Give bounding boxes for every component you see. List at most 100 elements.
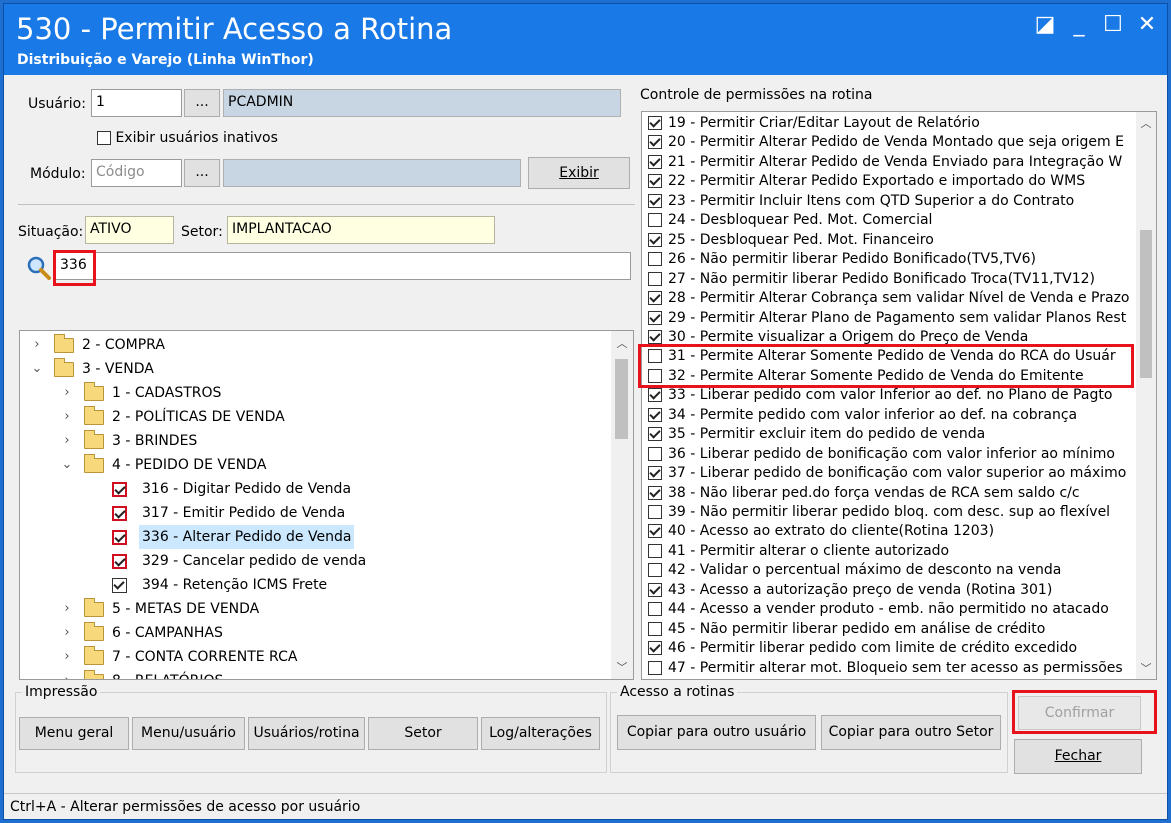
folder-icon xyxy=(84,670,104,679)
checkbox-unchecked-icon[interactable] xyxy=(648,349,662,364)
checkbox-checked-icon[interactable] xyxy=(648,116,662,130)
tree-node-label: 4 - PEDIDO DE VENDA xyxy=(112,457,267,473)
folder-icon xyxy=(84,598,104,617)
fechar-button[interactable]: Fechar xyxy=(1014,739,1142,774)
restore-icon[interactable]: ◪ xyxy=(1032,14,1058,36)
checkbox-checked-icon[interactable] xyxy=(648,232,662,247)
checkbox-unchecked-icon[interactable] xyxy=(648,543,662,558)
copiar-setor-button[interactable]: Copiar para outro Setor xyxy=(821,715,1001,750)
checkbox-unchecked-icon[interactable] xyxy=(648,602,662,617)
modulo-browse-button[interactable]: ... xyxy=(184,159,220,187)
checkbox-unchecked-icon[interactable] xyxy=(648,621,662,636)
setor-field: IMPLANTACAO xyxy=(227,216,495,244)
tree-node-label: 5 - METAS DE VENDA xyxy=(112,601,260,617)
maximize-button[interactable]: ☐ xyxy=(1100,14,1126,36)
modulo-name-field xyxy=(223,159,521,187)
permission-label: 35 - Permitir excluir item do pedido de … xyxy=(668,426,986,443)
checkbox-checked-icon[interactable] xyxy=(648,193,662,208)
chevron-right-icon[interactable]: › xyxy=(60,597,74,621)
permissions-scrollbar[interactable]: ︿ ﹀ xyxy=(1136,112,1156,679)
window-title: 530 - Permitir Acesso a Rotina xyxy=(16,12,453,46)
scroll-thumb[interactable] xyxy=(1140,230,1152,378)
minimize-button[interactable]: _ xyxy=(1066,14,1092,36)
tree-node-label: 3 - VENDA xyxy=(82,361,154,377)
checkbox-checked-icon[interactable] xyxy=(648,466,662,481)
scroll-down-icon[interactable]: ﹀ xyxy=(1136,660,1156,676)
checkbox-unchecked-icon[interactable] xyxy=(648,563,662,578)
checkbox-checked-icon[interactable] xyxy=(648,388,662,403)
chevron-right-icon[interactable]: › xyxy=(30,333,44,357)
chevron-right-icon[interactable]: › xyxy=(60,621,74,645)
confirmar-button[interactable]: Confirmar xyxy=(1018,696,1141,730)
tree-scrollbar[interactable]: ︿ ﹀ xyxy=(611,331,633,679)
checkbox-unchecked-icon[interactable] xyxy=(648,271,662,286)
folder-icon xyxy=(84,406,104,425)
situacao-field: ATIVO xyxy=(85,216,174,244)
search-input[interactable]: 336 xyxy=(55,252,631,280)
checkbox-checked-icon[interactable] xyxy=(648,310,662,325)
checkbox-checked-icon[interactable] xyxy=(112,506,127,521)
scroll-up-icon[interactable]: ︿ xyxy=(611,335,633,351)
tree-leaf-label: 394 - Retenção ICMS Frete xyxy=(142,577,328,593)
show-inactive-checkbox[interactable]: Exibir usuários inativos xyxy=(97,130,278,146)
permission-label: 24 - Desbloquear Ped. Mot. Comercial xyxy=(668,212,933,229)
checkbox-checked-icon[interactable] xyxy=(648,174,662,189)
permission-label: 32 - Permite Alterar Somente Pedido de V… xyxy=(668,367,1084,384)
checkbox-checked-icon[interactable] xyxy=(648,485,662,500)
setor-button[interactable]: Setor xyxy=(368,717,478,750)
copiar-usuario-button[interactable]: Copiar para outro usuário xyxy=(617,715,816,750)
permission-label: 20 - Permitir Alterar Pedido de Venda Mo… xyxy=(668,134,1124,151)
show-inactive-box[interactable] xyxy=(97,131,111,145)
checkbox-checked-icon[interactable] xyxy=(648,407,662,422)
scroll-down-icon[interactable]: ﹀ xyxy=(611,659,633,675)
exibir-button[interactable]: Exibir xyxy=(528,157,630,189)
setor-label: Setor: xyxy=(181,224,223,240)
magnifier-icon xyxy=(26,255,52,281)
checkbox-unchecked-icon[interactable] xyxy=(648,505,662,519)
chevron-right-icon[interactable]: › xyxy=(60,381,74,405)
routine-tree[interactable]: › 2 - COMPRA ⌄ 3 - VENDA › 1 - CADASTROS… xyxy=(19,330,634,680)
chevron-right-icon[interactable]: › xyxy=(60,645,74,669)
tree-node-label: 2 - COMPRA xyxy=(82,337,165,353)
permissions-list[interactable]: 47 - Permitir alterar mot. Bloqueio sem … xyxy=(641,111,1157,680)
checkbox-checked-icon[interactable] xyxy=(648,427,662,442)
checkbox-checked-icon[interactable] xyxy=(648,329,662,344)
log-alteracoes-button[interactable]: Log/alterações xyxy=(481,717,600,750)
modulo-code-field[interactable]: Código xyxy=(91,159,182,187)
chevron-right-icon[interactable]: › xyxy=(60,405,74,429)
scroll-up-icon[interactable]: ︿ xyxy=(1136,115,1156,131)
permission-label: 47 - Permitir alterar mot. Bloqueio sem … xyxy=(668,659,1123,676)
checkbox-checked-icon[interactable] xyxy=(112,578,127,593)
checkbox-checked-icon[interactable] xyxy=(648,291,662,306)
checkbox-checked-icon[interactable] xyxy=(648,135,662,150)
close-button[interactable]: ✕ xyxy=(1134,14,1160,36)
chevron-right-icon[interactable]: › xyxy=(60,429,74,453)
menu-usuario-button[interactable]: Menu/usuário xyxy=(132,717,245,750)
permissions-title: Controle de permissões na rotina xyxy=(640,87,873,103)
tree-node-label: 1 - CADASTROS xyxy=(112,385,222,401)
usuario-code-field[interactable]: 1 xyxy=(91,89,182,117)
usuario-browse-button[interactable]: ... xyxy=(184,89,220,117)
modulo-label: Módulo: xyxy=(30,166,86,182)
checkbox-checked-icon[interactable] xyxy=(648,582,662,597)
chevron-down-icon[interactable]: ⌄ xyxy=(30,357,44,381)
tree-leaf-label: 317 - Emitir Pedido de Venda xyxy=(142,505,346,521)
checkbox-checked-icon[interactable] xyxy=(112,554,127,569)
checkbox-checked-icon[interactable] xyxy=(648,641,662,656)
checkbox-unchecked-icon[interactable] xyxy=(648,660,662,675)
checkbox-checked-icon[interactable] xyxy=(112,530,127,545)
checkbox-unchecked-icon[interactable] xyxy=(648,368,662,383)
menu-geral-button[interactable]: Menu geral xyxy=(19,717,129,750)
checkbox-unchecked-icon[interactable] xyxy=(648,252,662,267)
permission-label: 31 - Permite Alterar Somente Pedido de V… xyxy=(668,348,1116,365)
chevron-right-icon[interactable]: › xyxy=(60,669,74,679)
permission-label: 37 - Liberar pedido de bonificação com v… xyxy=(668,465,1127,482)
checkbox-checked-icon[interactable] xyxy=(648,524,662,539)
checkbox-unchecked-icon[interactable] xyxy=(648,213,662,228)
checkbox-checked-icon[interactable] xyxy=(648,154,662,169)
checkbox-unchecked-icon[interactable] xyxy=(648,446,662,461)
scroll-thumb[interactable] xyxy=(615,359,628,439)
checkbox-checked-icon[interactable] xyxy=(112,482,127,497)
chevron-down-icon[interactable]: ⌄ xyxy=(60,453,74,477)
usuarios-rotina-button[interactable]: Usuários/rotina xyxy=(248,717,365,750)
